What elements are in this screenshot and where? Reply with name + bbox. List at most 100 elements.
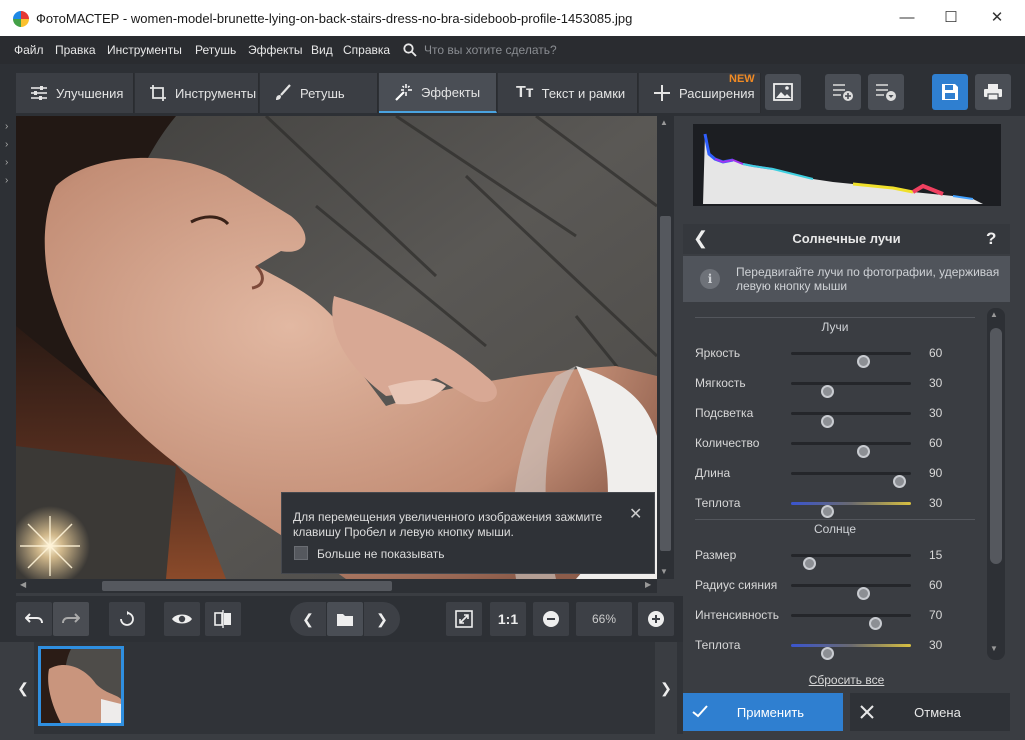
slider-value: 30 [929, 406, 943, 420]
tab-retouch[interactable]: Ретушь [260, 73, 378, 113]
scroll-up-icon[interactable]: ▲ [990, 310, 998, 319]
download-preset-button[interactable] [868, 74, 904, 110]
tooltip-close-icon[interactable]: ✕ [629, 504, 642, 524]
fit-screen-button[interactable] [446, 602, 482, 636]
slider-brightness[interactable]: Яркость 60 [695, 343, 985, 368]
reset-all-link[interactable]: Сбросить все [683, 673, 1010, 687]
vertical-scroll-thumb[interactable] [660, 216, 671, 551]
menu-tools[interactable]: Инструменты [107, 43, 182, 57]
add-preset-button[interactable] [825, 74, 861, 110]
tab-label: Текст и рамки [541, 85, 626, 101]
search-input[interactable]: Что вы хотите сделать? [424, 43, 557, 57]
slider-intensity[interactable]: Интенсивность 70 [695, 605, 985, 630]
close-button[interactable]: ✕ [974, 6, 1020, 30]
slider-thumb[interactable] [821, 505, 834, 518]
settings-scroll-thumb[interactable] [990, 328, 1002, 564]
slider-warmth-sun[interactable]: Теплота 30 [695, 635, 985, 660]
scroll-up-icon[interactable]: ▲ [660, 118, 668, 127]
compare-button[interactable] [205, 602, 241, 636]
scroll-left-icon[interactable]: ◀ [20, 580, 26, 589]
slider-thumb[interactable] [869, 617, 882, 630]
cancel-button[interactable]: Отмена [850, 693, 1010, 731]
help-button[interactable]: ? [986, 229, 996, 249]
menu-file[interactable]: Файл [14, 43, 44, 57]
slider-thumb[interactable] [821, 415, 834, 428]
slider-track[interactable] [791, 382, 911, 398]
next-photo-button[interactable]: ❯ [364, 602, 400, 636]
slider-value: 90 [929, 466, 943, 480]
slider-thumb[interactable] [821, 385, 834, 398]
zoom-in-button[interactable] [638, 602, 674, 636]
scroll-right-icon[interactable]: ▶ [645, 580, 651, 589]
menu-view[interactable]: Вид [311, 43, 333, 57]
reset-rotate-button[interactable] [109, 602, 145, 636]
tab-enhancements[interactable]: Улучшения [16, 73, 134, 113]
undo-icon [25, 613, 43, 624]
vertical-scrollbar[interactable]: ▲ ▼ [657, 116, 674, 579]
dont-show-checkbox[interactable] [294, 546, 308, 560]
maximize-button[interactable]: ☐ [928, 6, 974, 30]
filmstrip-thumbnail[interactable] [38, 646, 124, 726]
menu-help[interactable]: Справка [343, 43, 390, 57]
filmstrip-prev-button[interactable]: ❮ [12, 642, 34, 734]
menu-edit[interactable]: Правка [55, 43, 96, 57]
slider-thumb[interactable] [857, 445, 870, 458]
slider-thumb[interactable] [893, 475, 906, 488]
filmstrip-next-button[interactable]: ❯ [655, 642, 677, 734]
slider-length[interactable]: Длина 90 [695, 463, 985, 488]
undo-button[interactable] [16, 602, 52, 636]
slider-track[interactable] [791, 502, 911, 518]
app-logo-icon [13, 11, 29, 27]
apply-button[interactable]: Применить [683, 693, 843, 731]
hint-tooltip: Для перемещения увеличенного изображения… [281, 492, 655, 574]
actual-size-button[interactable]: 1:1 [490, 602, 526, 636]
slider-track[interactable] [791, 412, 911, 428]
open-folder-button[interactable] [327, 602, 363, 636]
menu-effects[interactable]: Эффекты [248, 43, 303, 57]
tab-text-frames[interactable]: Tт Текст и рамки [498, 73, 638, 113]
zoom-level[interactable]: 66% [576, 602, 632, 636]
slider-warmth-rays[interactable]: Теплота 30 [695, 493, 985, 518]
save-button[interactable] [932, 74, 968, 110]
slider-track[interactable] [791, 644, 911, 660]
menu-retouch[interactable]: Ретушь [195, 43, 236, 57]
slider-glow-radius[interactable]: Радиус сияния 60 [695, 575, 985, 600]
tab-label: Ретушь [300, 85, 345, 101]
slider-track[interactable] [791, 472, 911, 488]
slider-label: Мягкость [695, 376, 746, 390]
slider-track[interactable] [791, 554, 911, 570]
slider-track[interactable] [791, 442, 911, 458]
settings-scrollbar[interactable]: ▲ ▼ [987, 308, 1005, 660]
tab-tools[interactable]: Инструменты [135, 73, 259, 113]
slider-thumb[interactable] [857, 355, 870, 368]
zoom-out-button[interactable] [533, 602, 569, 636]
scroll-down-icon[interactable]: ▼ [660, 567, 668, 576]
tab-label: Улучшения [56, 85, 124, 101]
slider-softness[interactable]: Мягкость 30 [695, 373, 985, 398]
print-button[interactable] [975, 74, 1011, 110]
slider-backlight[interactable]: Подсветка 30 [695, 403, 985, 428]
horizontal-scrollbar[interactable]: ◀ ▶ [16, 579, 657, 593]
previous-photo-button[interactable]: ❮ [290, 602, 326, 636]
minimize-button[interactable]: — [884, 6, 930, 30]
slider-size[interactable]: Размер 15 [695, 545, 985, 570]
scroll-down-icon[interactable]: ▼ [990, 644, 998, 653]
slider-track[interactable] [791, 352, 911, 368]
image-icon [773, 83, 793, 101]
slider-thumb[interactable] [821, 647, 834, 660]
preview-button[interactable] [164, 602, 200, 636]
image-button[interactable] [765, 74, 801, 110]
slider-thumb[interactable] [803, 557, 816, 570]
slider-label: Количество [695, 436, 760, 450]
redo-button[interactable] [53, 602, 89, 636]
slider-track[interactable] [791, 584, 911, 600]
slider-count[interactable]: Количество 60 [695, 433, 985, 458]
left-panel-strip[interactable]: › › › › [0, 116, 16, 596]
histogram [693, 124, 1001, 206]
slider-thumb[interactable] [857, 587, 870, 600]
tab-label: Расширения [679, 85, 755, 101]
tab-effects[interactable]: Эффекты [379, 73, 497, 113]
horizontal-scroll-thumb[interactable] [102, 581, 392, 591]
slider-track[interactable] [791, 614, 911, 630]
bottom-toolbar: ❮ ❯ 1:1 66% [0, 596, 683, 642]
